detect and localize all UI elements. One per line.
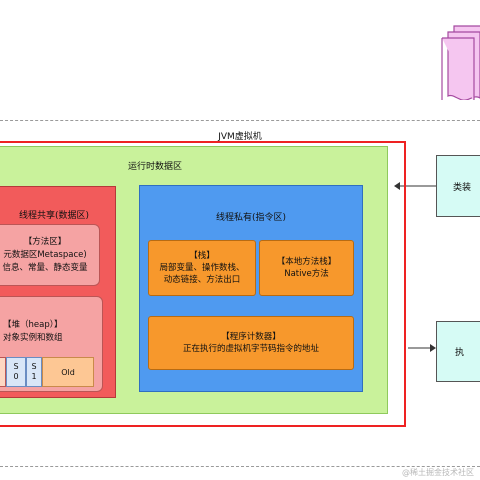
runtime-title: 运行时数据区 bbox=[127, 161, 182, 172]
method-line-2: 元数据区Metaspace) bbox=[3, 249, 87, 260]
s0-digit: 0 bbox=[13, 372, 19, 381]
method-line-1: 【方法区】 bbox=[23, 236, 67, 247]
database-icon bbox=[441, 25, 480, 100]
shared-title: 线程共享(数据区) bbox=[18, 210, 90, 221]
pc-line-2: 正在执行的虚拟机字节码指令的地址 bbox=[182, 344, 319, 354]
survivor-s1: S 1 bbox=[26, 357, 42, 387]
program-counter-box: 【程序计数器】 正在执行的虚拟机字节码指令的地址 bbox=[148, 316, 354, 370]
old-generation: Old bbox=[42, 357, 94, 387]
s0-letter: S bbox=[13, 362, 19, 371]
private-title: 线程私有(指令区) bbox=[215, 212, 287, 223]
watermark: @稀土掘金技术社区 bbox=[402, 468, 474, 477]
stack-line-1: 【栈】 bbox=[189, 251, 215, 261]
survivor-s0: S 0 bbox=[6, 357, 26, 387]
jvm-title: JVM虚拟机 bbox=[218, 131, 262, 142]
top-divider bbox=[0, 120, 480, 121]
stack-line-2: 局部变量、操作数栈、 bbox=[159, 263, 245, 273]
s1-digit: 1 bbox=[31, 372, 37, 381]
native-line-2: Native方法 bbox=[284, 269, 329, 279]
heap-line-2: 对象实例和数组 bbox=[3, 333, 63, 343]
heap-line-1: 【堆（heap）】 bbox=[3, 320, 63, 330]
method-line-3: 信息、常量、静态变量 bbox=[2, 262, 88, 273]
execution-engine-box: 执 bbox=[436, 321, 480, 382]
stack-line-3: 动态链接、方法出口 bbox=[163, 275, 241, 285]
pc-line-1: 【程序计数器】 bbox=[221, 332, 281, 342]
method-area-box: 【方法区】 元数据区Metaspace) 信息、常量、静态变量 bbox=[0, 224, 100, 286]
class-loader-box: 类装 bbox=[436, 155, 480, 217]
stack-box: 【栈】 局部变量、操作数栈、 动态链接、方法出口 bbox=[148, 240, 256, 296]
s1-letter: S bbox=[31, 362, 37, 371]
native-line-1: 【本地方法栈】 bbox=[276, 257, 337, 267]
native-stack-box: 【本地方法栈】 Native方法 bbox=[259, 240, 354, 296]
